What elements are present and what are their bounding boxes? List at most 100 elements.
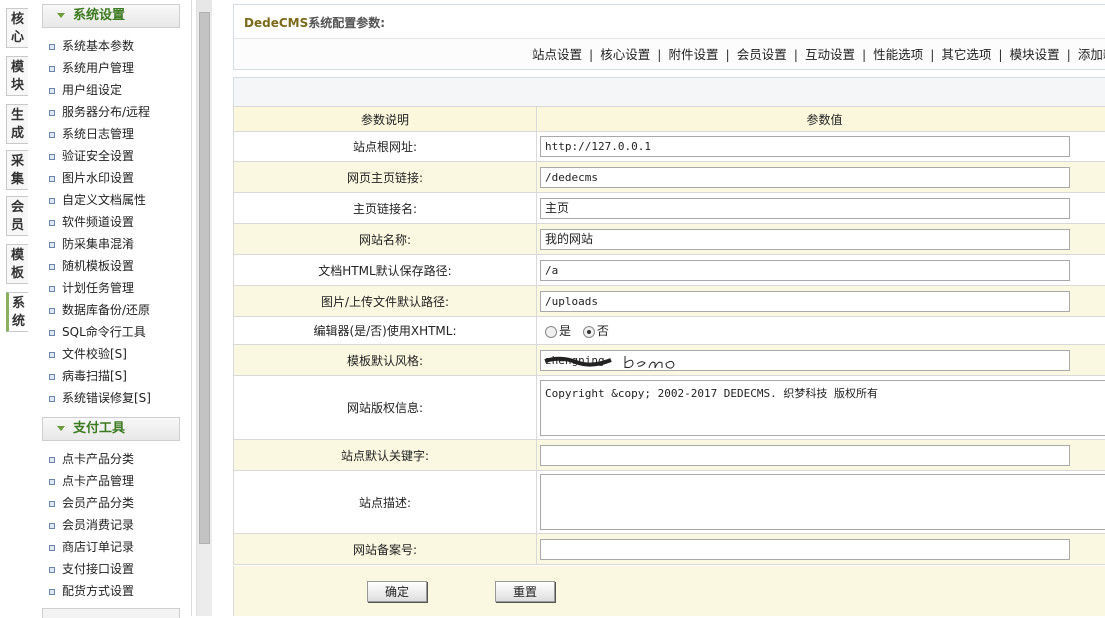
- menu-item[interactable]: 计划任务管理: [49, 278, 134, 298]
- page-title: DedeCMS系统配置参数:: [244, 14, 385, 31]
- arcdir-input[interactable]: /a: [540, 260, 1070, 281]
- row-label: 网站名称:: [234, 224, 537, 255]
- menu-item[interactable]: SQL命令行工具: [49, 322, 146, 342]
- menu-item-label: 系统基本参数: [62, 39, 134, 53]
- vtab-core[interactable]: 核心: [6, 8, 28, 48]
- menu-item[interactable]: 会员消费记录: [49, 515, 134, 535]
- menu-item-label: 用户组设定: [62, 83, 122, 97]
- webname-input[interactable]: 我的网站: [540, 229, 1070, 250]
- scrollbar-thumb[interactable]: [199, 12, 210, 544]
- row-label: 网页主页链接:: [234, 162, 537, 193]
- table-row: 网站名称: 我的网站: [234, 224, 1105, 255]
- tab-separator: |: [589, 47, 593, 62]
- basehost-input[interactable]: http://127.0.0.1: [540, 136, 1070, 157]
- menu-item[interactable]: 系统用户管理: [49, 58, 134, 78]
- tab-site-settings[interactable]: 站点设置: [532, 47, 582, 62]
- menu-item-label: 会员消费记录: [62, 518, 134, 532]
- menu-item-label: 图片水印设置: [62, 171, 134, 185]
- confirm-button[interactable]: 确定: [367, 581, 427, 602]
- menu-item[interactable]: 防采集串混淆: [49, 234, 134, 254]
- tab-other-options[interactable]: 其它选项: [941, 47, 991, 62]
- menu-item[interactable]: 数据库备份/还原: [49, 300, 150, 320]
- beian-input[interactable]: [540, 539, 1070, 560]
- bullet-icon: [49, 545, 55, 551]
- menu-item[interactable]: 随机模板设置: [49, 256, 134, 276]
- menu-item[interactable]: 文件校验[S]: [49, 344, 127, 364]
- menu-item-label: 防采集串混淆: [62, 237, 134, 251]
- section-header-system-settings[interactable]: 系统设置: [42, 4, 180, 28]
- tab-module-settings[interactable]: 模块设置: [1010, 47, 1060, 62]
- tab-performance-options[interactable]: 性能选项: [873, 47, 923, 62]
- menu-item-label: 点卡产品管理: [62, 474, 134, 488]
- menu-item[interactable]: 系统基本参数: [49, 36, 134, 56]
- menu-item-label: 随机模板设置: [62, 259, 134, 273]
- indexname-input[interactable]: 主页: [540, 198, 1070, 219]
- radio-yes[interactable]: [545, 326, 557, 338]
- menu-item[interactable]: 系统日志管理: [49, 124, 134, 144]
- row-label: 网站版权信息:: [234, 376, 537, 440]
- tab-separator: |: [998, 47, 1002, 62]
- vtab-member[interactable]: 会员: [6, 196, 28, 236]
- menu-item[interactable]: 服务器分布/远程: [49, 102, 150, 122]
- bullet-icon: [49, 132, 55, 138]
- section-header-partial: [42, 608, 180, 618]
- menu-item-label: 配货方式设置: [62, 584, 134, 598]
- bullet-icon: [49, 44, 55, 50]
- bullet-icon: [49, 198, 55, 204]
- vtab-system[interactable]: 系统: [6, 292, 28, 332]
- indexurl-input[interactable]: /dedecms: [540, 167, 1070, 188]
- table-row: 图片/上传文件默认路径: /uploads: [234, 286, 1105, 317]
- radio-yes-label: 是: [559, 324, 571, 338]
- menu-item[interactable]: 点卡产品管理: [49, 471, 134, 491]
- tab-separator: |: [930, 47, 934, 62]
- handwritten-annotation: [541, 351, 1070, 371]
- tab-add-variable[interactable]: 添加新变: [1078, 47, 1105, 62]
- keywords-input[interactable]: [540, 445, 1070, 466]
- menu-item[interactable]: 用户组设定: [49, 80, 122, 100]
- menu-item[interactable]: 验证安全设置: [49, 146, 134, 166]
- menu-item[interactable]: 系统错误修复[S]: [49, 388, 151, 408]
- tab-interaction-settings[interactable]: 互动设置: [805, 47, 855, 62]
- section-header-payment-tools[interactable]: 支付工具: [42, 417, 180, 441]
- tab-member-settings[interactable]: 会员设置: [737, 47, 787, 62]
- menu-item-label: 商店订单记录: [62, 540, 134, 554]
- menu-item-label: 文件校验[S]: [62, 347, 127, 361]
- menu-item-label: 自定义文档属性: [62, 193, 146, 207]
- bullet-icon: [49, 154, 55, 160]
- menu-item-label: 数据库备份/还原: [62, 303, 150, 317]
- menu-item[interactable]: 图片水印设置: [49, 168, 134, 188]
- menu-item[interactable]: 配货方式设置: [49, 581, 134, 601]
- template-style-input[interactable]: zhengning: [540, 350, 1070, 371]
- menu-item[interactable]: 自定义文档属性: [49, 190, 146, 210]
- row-label: 网站备案号:: [234, 534, 537, 565]
- menu-item[interactable]: 病毒扫描[S]: [49, 366, 127, 386]
- menu-item[interactable]: 支付接口设置: [49, 559, 134, 579]
- medias-input[interactable]: /uploads: [540, 291, 1070, 312]
- description-textarea[interactable]: [540, 474, 1105, 530]
- system-menu: 系统设置 系统基本参数 系统用户管理 用户组设定 服务器分布/远程 系统日志管理…: [31, 0, 192, 616]
- reset-button[interactable]: 重置: [495, 581, 555, 602]
- table-row: 网页主页链接: /dedecms: [234, 162, 1105, 193]
- tab-attachment-settings[interactable]: 附件设置: [668, 47, 718, 62]
- vtab-template[interactable]: 模板: [6, 244, 28, 284]
- column-header-description: 参数说明: [234, 107, 537, 132]
- copyright-textarea[interactable]: Copyright &copy; 2002-2017 DEDECMS. 织梦科技…: [540, 380, 1105, 436]
- bullet-icon: [49, 330, 55, 336]
- vtab-generate[interactable]: 生成: [6, 104, 28, 144]
- menu-item-label: 系统错误修复[S]: [62, 391, 151, 405]
- menu-item[interactable]: 点卡产品分类: [49, 449, 134, 469]
- row-label: 图片/上传文件默认路径:: [234, 286, 537, 317]
- table-header-row: 参数说明 参数值: [234, 107, 1105, 132]
- scroll-up-arrow-icon[interactable]: [197, 0, 212, 12]
- radio-no[interactable]: [583, 326, 595, 338]
- bullet-icon: [49, 457, 55, 463]
- vtab-module[interactable]: 模块: [6, 56, 28, 96]
- vtab-collect[interactable]: 采集: [6, 150, 28, 190]
- tab-separator: |: [657, 47, 661, 62]
- menu-scrollbar[interactable]: [196, 0, 212, 616]
- tab-core-settings[interactable]: 核心设置: [600, 47, 650, 62]
- menu-item[interactable]: 商店订单记录: [49, 537, 134, 557]
- bullet-icon: [49, 242, 55, 248]
- menu-item[interactable]: 会员产品分类: [49, 493, 134, 513]
- menu-item[interactable]: 软件频道设置: [49, 212, 134, 232]
